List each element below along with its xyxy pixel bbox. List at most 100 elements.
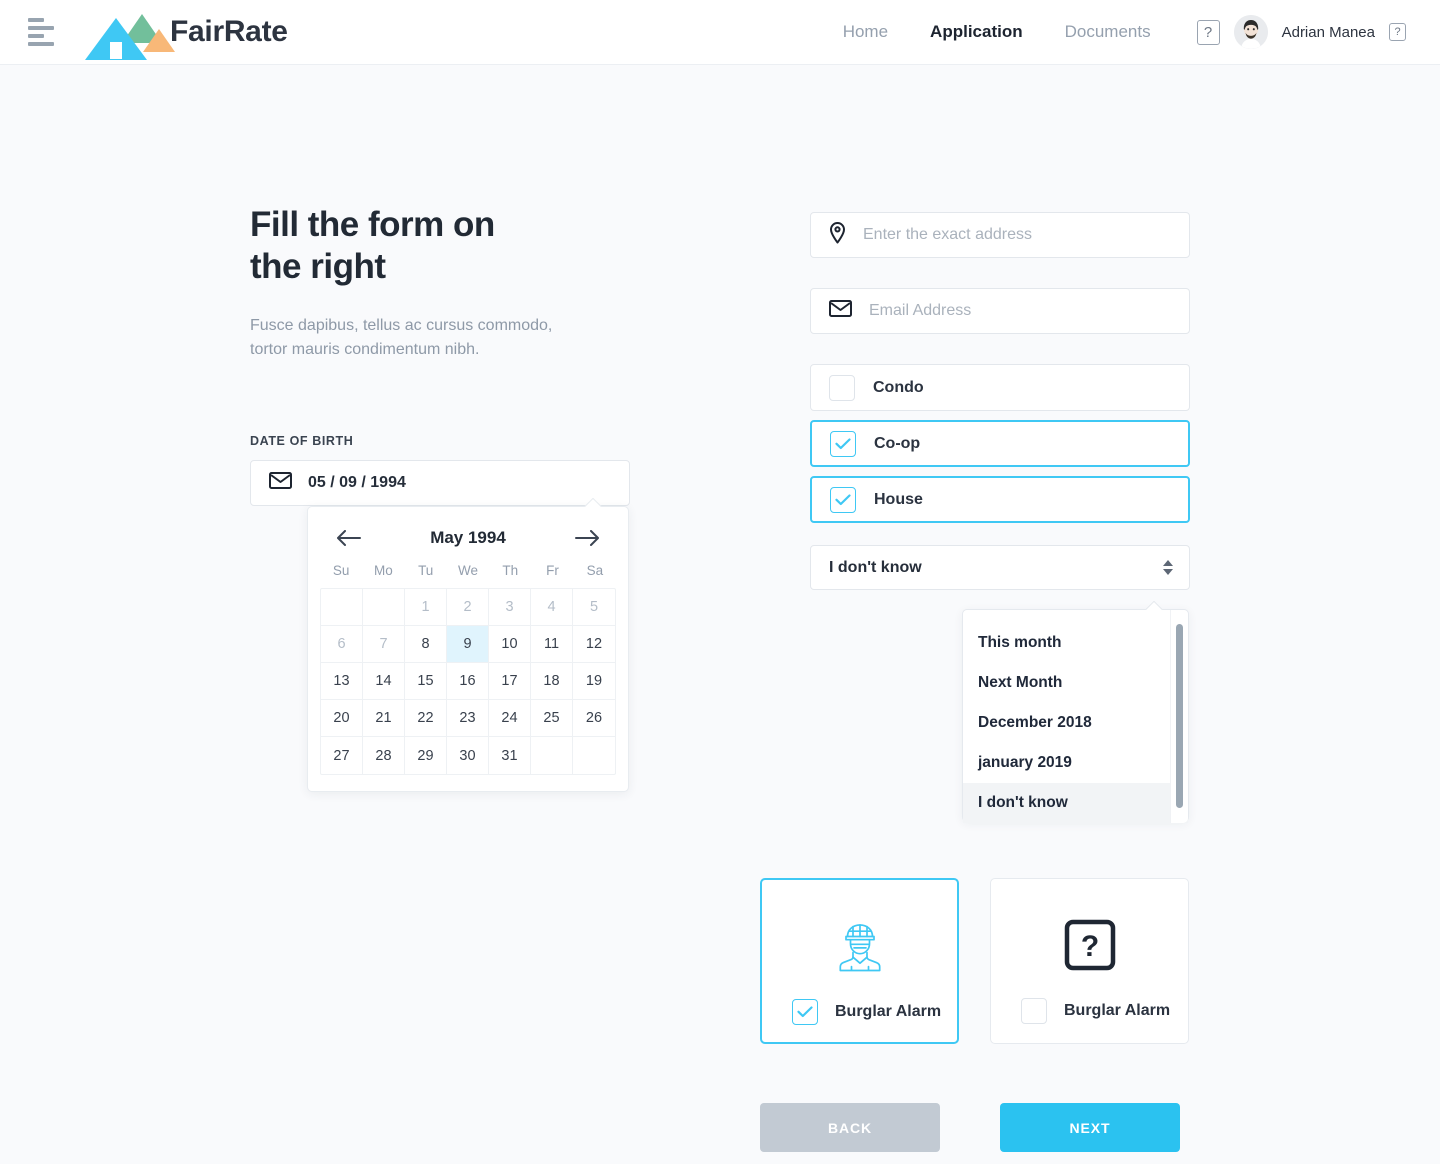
- calendar-day[interactable]: 1: [405, 589, 447, 626]
- dropdown-scrollbar[interactable]: [1170, 610, 1188, 823]
- logo-door-shape: [110, 42, 122, 59]
- calendar-day[interactable]: 30: [447, 737, 489, 774]
- dropdown-option-december-2018[interactable]: December 2018: [963, 703, 1188, 743]
- address-input[interactable]: Enter the exact address: [810, 212, 1190, 258]
- nav-link-home[interactable]: Home: [843, 22, 888, 42]
- hamburger-bar: [28, 26, 54, 30]
- dropdown-options-list: This month Next Month December 2018 janu…: [963, 610, 1188, 823]
- avatar[interactable]: [1233, 15, 1268, 49]
- feature-card-label: Burglar Alarm: [835, 1003, 942, 1020]
- burglar-icon: [832, 917, 888, 975]
- calendar-month-title: May 1994: [430, 528, 506, 547]
- brand-logo[interactable]: FairRate: [85, 10, 288, 60]
- property-type-house[interactable]: House: [810, 476, 1190, 523]
- back-button[interactable]: BACK: [760, 1103, 940, 1152]
- form-actions: BACK NEXT: [760, 1103, 1180, 1152]
- calendar-day[interactable]: 24: [489, 700, 531, 737]
- feature-card-burglar-alarm-unselected[interactable]: ? Burglar Alarm: [990, 878, 1189, 1044]
- calendar-day[interactable]: 2: [447, 589, 489, 626]
- logo-mark-icon: [85, 10, 175, 60]
- page-subtitle-line-2: tortor mauris condimentum nibh.: [250, 341, 480, 358]
- calendar-day[interactable]: 7: [363, 626, 405, 663]
- calendar-day[interactable]: 27: [321, 737, 363, 774]
- timing-select[interactable]: I don't know: [810, 545, 1190, 590]
- dropdown-option-january-2019[interactable]: january 2019: [963, 743, 1188, 783]
- feature-card-footer: Burglar Alarm: [762, 999, 957, 1025]
- calendar-day[interactable]: 29: [405, 737, 447, 774]
- dropdown-caret: [1145, 601, 1163, 610]
- checkbox-unchecked-icon[interactable]: [829, 374, 855, 401]
- calendar-day-selected[interactable]: 9: [447, 626, 489, 663]
- checkbox-checked-icon[interactable]: [830, 430, 856, 457]
- calendar-day[interactable]: 11: [531, 626, 573, 663]
- dropdown-option-i-dont-know[interactable]: I don't know: [963, 783, 1188, 823]
- user-help-icon[interactable]: ?: [1389, 23, 1406, 41]
- calendar-day[interactable]: 22: [405, 700, 447, 737]
- date-of-birth-input[interactable]: 05 / 09 / 1994: [250, 460, 630, 506]
- calendar-weekday: Fr: [546, 563, 559, 578]
- calendar-day[interactable]: 28: [363, 737, 405, 774]
- question-box-icon: ?: [1063, 916, 1117, 974]
- dropdown-option-this-month[interactable]: This month: [963, 623, 1188, 663]
- calendar-day[interactable]: 16: [447, 663, 489, 700]
- calendar-day[interactable]: 23: [447, 700, 489, 737]
- property-type-condo[interactable]: Condo: [810, 364, 1190, 411]
- hamburger-menu-icon[interactable]: [28, 18, 54, 46]
- nav-link-documents[interactable]: Documents: [1065, 22, 1151, 42]
- calendar-weekday: Mo: [374, 563, 393, 578]
- calendar-day[interactable]: 15: [405, 663, 447, 700]
- calendar-day[interactable]: 17: [489, 663, 531, 700]
- calendar-weekday: Th: [502, 563, 519, 578]
- calendar-prev-month-icon[interactable]: [336, 530, 361, 546]
- calendar-day[interactable]: 10: [489, 626, 531, 663]
- property-type-label: Co-op: [874, 434, 921, 452]
- stepper-updown-icon[interactable]: [1163, 560, 1173, 575]
- page-title: Fill the form on the right: [250, 204, 770, 288]
- calendar-day[interactable]: 12: [573, 626, 615, 663]
- calendar-weekday: Su: [332, 563, 350, 578]
- calendar-day[interactable]: 18: [531, 663, 573, 700]
- calendar-day[interactable]: 25: [531, 700, 573, 737]
- calendar-day[interactable]: 5: [573, 589, 615, 626]
- calendar-next-month-icon[interactable]: [575, 530, 600, 546]
- feature-card-footer: Burglar Alarm: [991, 998, 1188, 1024]
- calendar-caret: [584, 498, 602, 507]
- next-button[interactable]: NEXT: [1000, 1103, 1180, 1152]
- calendar-day[interactable]: 14: [363, 663, 405, 700]
- feature-card-burglar-alarm-selected[interactable]: Burglar Alarm: [760, 878, 959, 1044]
- date-picker-calendar: May 1994 Su Mo Tu We Th Fr Sa 1234567891…: [307, 506, 629, 792]
- feature-cards: Burglar Alarm ? Burglar Alarm: [760, 878, 1189, 1044]
- top-navigation-bar: FairRate Home Application Documents ? Ad…: [0, 0, 1440, 65]
- calendar-weekday: We: [457, 563, 478, 578]
- calendar-day[interactable]: 8: [405, 626, 447, 663]
- calendar-weekday: Tu: [418, 563, 434, 578]
- checkbox-checked-icon[interactable]: [830, 486, 856, 513]
- calendar-day[interactable]: 19: [573, 663, 615, 700]
- calendar-day-empty: [531, 737, 573, 774]
- calendar-day[interactable]: 13: [321, 663, 363, 700]
- calendar-day[interactable]: 4: [531, 589, 573, 626]
- timing-select-dropdown: This month Next Month December 2018 janu…: [962, 609, 1189, 823]
- calendar-day[interactable]: 26: [573, 700, 615, 737]
- calendar-day[interactable]: 3: [489, 589, 531, 626]
- property-type-label: House: [874, 490, 923, 508]
- checkbox-unchecked-icon[interactable]: [1021, 998, 1047, 1024]
- email-input[interactable]: Email Address: [810, 288, 1190, 334]
- calendar-day[interactable]: 20: [321, 700, 363, 737]
- calendar-day[interactable]: 31: [489, 737, 531, 774]
- calendar-header: May 1994: [320, 521, 616, 553]
- dropdown-option-next-month[interactable]: Next Month: [963, 663, 1188, 703]
- feature-card-label: Burglar Alarm: [1064, 1002, 1171, 1019]
- property-type-coop[interactable]: Co-op: [810, 420, 1190, 467]
- help-icon[interactable]: ?: [1196, 19, 1220, 45]
- calendar-day[interactable]: 21: [363, 700, 405, 737]
- calendar-day[interactable]: 6: [321, 626, 363, 663]
- checkbox-checked-icon[interactable]: [792, 999, 818, 1025]
- nav-link-application[interactable]: Application: [930, 22, 1023, 42]
- page-content: Fill the form on the right Fusce dapibus…: [0, 65, 1440, 1164]
- dropdown-scrollbar-thumb[interactable]: [1176, 624, 1183, 808]
- calendar-weekday-header: Su Mo Tu We Th Fr Sa: [320, 563, 616, 588]
- timing-select-value: I don't know: [829, 558, 922, 576]
- calendar-day-empty: [573, 737, 615, 774]
- calendar-weekday: Sa: [586, 563, 604, 578]
